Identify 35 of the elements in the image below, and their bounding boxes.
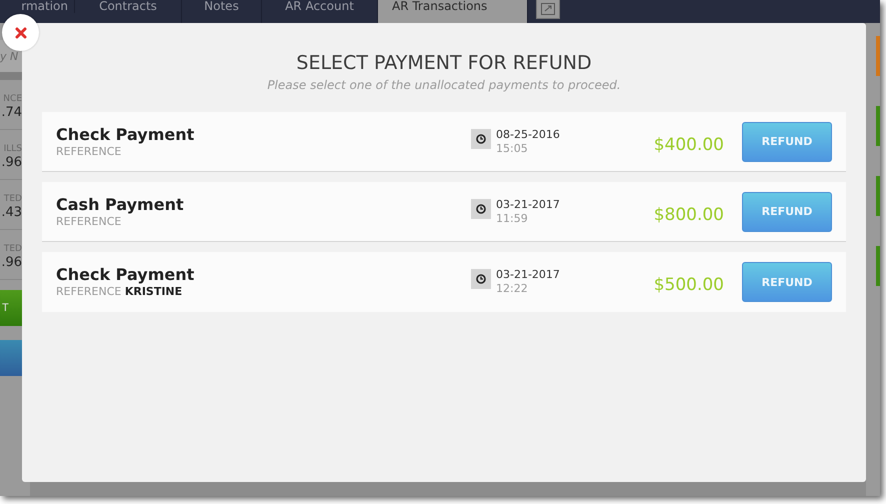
clock-icon (471, 269, 491, 289)
payment-row[interactable]: Check Payment REFERENCE 08-25-2016 15:05 $400.00 REFUND (42, 112, 846, 172)
stat-value: .96 (1, 255, 22, 270)
payment-time: 12:22 (496, 282, 529, 296)
side-button[interactable] (876, 246, 880, 286)
clock-icon (471, 128, 491, 148)
payment-type: Check Payment (56, 265, 196, 285)
payment-amount: $500.00 (652, 275, 725, 295)
expand-icon[interactable] (536, 0, 560, 19)
payment-type: Check Payment (56, 124, 196, 144)
clock-icon (471, 198, 491, 218)
tab[interactable]: AR Transactions (378, 0, 528, 23)
modal-title: SELECT PAYMENT FOR REFUND (296, 51, 592, 76)
payment-row[interactable]: Cash Payment REFERENCE 03-21-2017 11:59 $800.00 REFUND (42, 182, 846, 242)
payment-time: 11:59 (496, 212, 529, 226)
side-button[interactable] (876, 106, 880, 146)
stat-value: .96 (1, 155, 22, 170)
payment-amount: $800.00 (652, 204, 725, 224)
side-button[interactable] (876, 176, 880, 216)
stat-value: .43 (1, 205, 22, 220)
payment-date: 03-21-2017 (496, 198, 561, 212)
payment-date: 08-25-2016 (496, 128, 561, 142)
payment-time: 15:05 (496, 142, 529, 156)
payment-amount: $400.00 (652, 134, 725, 154)
payment-row[interactable]: Check Payment REFERENCE KRISTINE 03-21-2017 12:22 $500.00 REFUND (42, 252, 846, 312)
payment-type: Cash Payment (56, 194, 185, 214)
stat-value: .74 (1, 105, 22, 120)
tab[interactable]: rmation (0, 0, 75, 13)
payment-reference: REFERENCE (56, 144, 122, 158)
payment-date: 03-21-2017 (496, 268, 561, 282)
payment-reference: REFERENCE KRISTINE (56, 285, 184, 299)
side-button[interactable] (876, 36, 880, 76)
payment-reference: REFERENCE (56, 214, 122, 228)
close-icon (14, 26, 26, 38)
modal-subtitle: Please select one of the unallocated payments to proceed. (267, 78, 621, 92)
